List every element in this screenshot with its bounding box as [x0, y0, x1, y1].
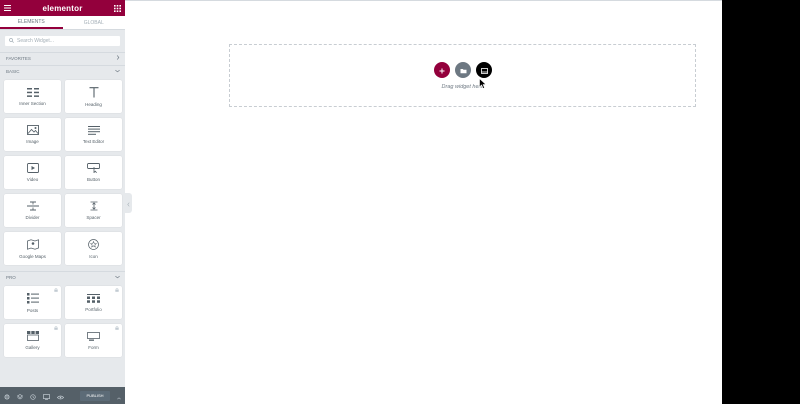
- widget-image[interactable]: Image: [4, 118, 61, 151]
- widget-gallery[interactable]: Gallery: [4, 324, 61, 357]
- search-icon: [9, 37, 17, 45]
- category-favorites[interactable]: Favorites: [0, 52, 125, 63]
- widget-video[interactable]: Video: [4, 156, 61, 189]
- add-template-button[interactable]: [455, 62, 471, 78]
- category-label: Favorites: [6, 55, 31, 61]
- divider-icon: [26, 201, 39, 211]
- preview-icon[interactable]: [56, 387, 65, 404]
- editor-window: elementor Elements Global Search Widget.…: [0, 0, 722, 404]
- search-placeholder: Search Widget...: [17, 38, 54, 44]
- publish-button[interactable]: Publish: [80, 390, 110, 401]
- heading-icon: [89, 86, 99, 98]
- widget-divider[interactable]: Divider: [4, 194, 61, 227]
- panel-tabs: Elements Global: [0, 16, 125, 30]
- lock-icon: [54, 288, 58, 292]
- search-widget-input[interactable]: Search Widget...: [4, 35, 121, 47]
- chevron-left-icon: [127, 194, 130, 212]
- elements-panel: elementor Elements Global Search Widget.…: [0, 0, 125, 404]
- chevron-down-icon: [115, 69, 120, 74]
- pro-widgets-grid: Posts Portfolio Gallery Form: [0, 282, 125, 363]
- add-new-section-button[interactable]: [434, 62, 450, 78]
- widget-label: Button: [86, 177, 100, 182]
- hamburger-menu-icon[interactable]: [4, 5, 11, 11]
- widget-inner-section[interactable]: Inner Section: [4, 80, 61, 113]
- panel-footer: Publish: [0, 387, 125, 404]
- tab-global[interactable]: Global: [63, 16, 126, 29]
- folder-icon: [460, 61, 467, 79]
- widget-label: Portfolio: [85, 306, 102, 312]
- widget-label: Form: [88, 344, 99, 350]
- chevron-down-icon: [115, 275, 120, 280]
- widget-label: Spacer: [86, 215, 101, 220]
- category-label: Basic: [6, 68, 20, 74]
- widget-label: Google Maps: [19, 253, 46, 259]
- widget-form[interactable]: Form: [65, 324, 122, 357]
- tab-elements[interactable]: Elements: [0, 16, 63, 29]
- star-icon: [88, 238, 99, 250]
- inner-section-icon: [26, 87, 39, 97]
- category-pro[interactable]: Pro: [0, 271, 125, 282]
- responsive-icon[interactable]: [43, 387, 50, 404]
- category-basic[interactable]: Basic: [0, 65, 125, 76]
- history-icon[interactable]: [30, 387, 36, 404]
- category-label: Pro: [6, 274, 16, 280]
- drag-widget-hint: Drag widget here: [441, 84, 484, 90]
- spacer-icon: [90, 201, 98, 211]
- image-icon: [26, 125, 39, 135]
- settings-icon[interactable]: [4, 387, 10, 404]
- chevron-right-icon: [116, 55, 120, 61]
- posts-icon: [26, 292, 39, 304]
- widget-label: Icon: [89, 253, 98, 259]
- form-icon: [87, 331, 100, 341]
- basic-widgets-grid: Inner Section Heading Image Text Editor …: [0, 76, 125, 271]
- elementor-logo: elementor: [42, 3, 83, 13]
- widget-label: Posts: [26, 307, 39, 313]
- plus-icon: [439, 61, 445, 79]
- collapse-panel-handle[interactable]: [125, 193, 132, 213]
- gallery-icon: [26, 331, 39, 341]
- widget-posts[interactable]: Posts: [4, 286, 61, 319]
- widgets-grid-icon[interactable]: [113, 4, 121, 12]
- map-icon: [26, 238, 39, 250]
- widget-label: Heading: [85, 101, 102, 107]
- widget-label: Image: [26, 139, 39, 144]
- widget-button[interactable]: Button: [65, 156, 122, 189]
- panel-header: elementor: [0, 0, 125, 16]
- widget-label: Divider: [25, 215, 40, 220]
- widget-heading[interactable]: Heading: [65, 80, 122, 113]
- lock-icon: [54, 326, 58, 330]
- lock-icon: [115, 326, 119, 330]
- widget-google-maps[interactable]: Google Maps: [4, 232, 61, 265]
- mouse-cursor-icon: [479, 76, 487, 94]
- widget-label: Text Editor: [82, 138, 105, 144]
- canvas-top-border: [125, 0, 722, 1]
- widget-portfolio[interactable]: Portfolio: [65, 286, 122, 319]
- portfolio-icon: [87, 293, 100, 303]
- widget-icon[interactable]: Icon: [65, 232, 122, 265]
- widget-spacer[interactable]: Spacer: [65, 194, 122, 227]
- widget-text-editor[interactable]: Text Editor: [65, 118, 122, 151]
- widget-label: Inner Section: [19, 100, 46, 106]
- navigator-icon[interactable]: [16, 387, 24, 404]
- text-editor-icon: [87, 125, 100, 135]
- publish-options-chevron-icon[interactable]: [117, 387, 121, 404]
- widget-label: Video: [26, 177, 39, 182]
- video-icon: [26, 163, 39, 173]
- lock-icon: [115, 288, 119, 292]
- button-icon: [87, 163, 100, 173]
- widget-label: Gallery: [25, 345, 40, 350]
